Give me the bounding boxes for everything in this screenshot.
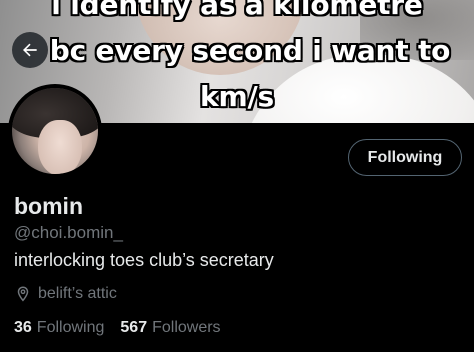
following-button[interactable]: Following	[348, 139, 462, 176]
avatar-face	[38, 120, 82, 174]
location-pin-icon	[17, 286, 29, 302]
following-stat-link[interactable]: 36 Following	[14, 319, 104, 337]
profile-stats: 36 Following 567 Followers	[14, 319, 221, 337]
profile-location-text: belift’s attic	[38, 285, 117, 302]
followers-label: Followers	[152, 319, 221, 336]
profile-handle: @choi.bomin_	[14, 223, 123, 242]
avatar[interactable]	[8, 84, 102, 178]
profile-name: bomin	[14, 193, 83, 219]
followers-stat-link[interactable]: 567 Followers	[120, 319, 220, 337]
followers-count: 567	[120, 319, 148, 336]
banner-caption-line-1: i identify as a kilometre	[51, 0, 423, 21]
back-button[interactable]	[12, 32, 48, 68]
profile-bio: interlocking toes club’s secretary	[14, 250, 274, 270]
following-count: 36	[14, 319, 32, 336]
profile-location: belift’s attic	[14, 285, 117, 303]
arrow-left-icon	[23, 43, 37, 57]
banner-caption-line-2: bc every second i want to	[49, 34, 451, 67]
following-label: Following	[36, 319, 105, 336]
